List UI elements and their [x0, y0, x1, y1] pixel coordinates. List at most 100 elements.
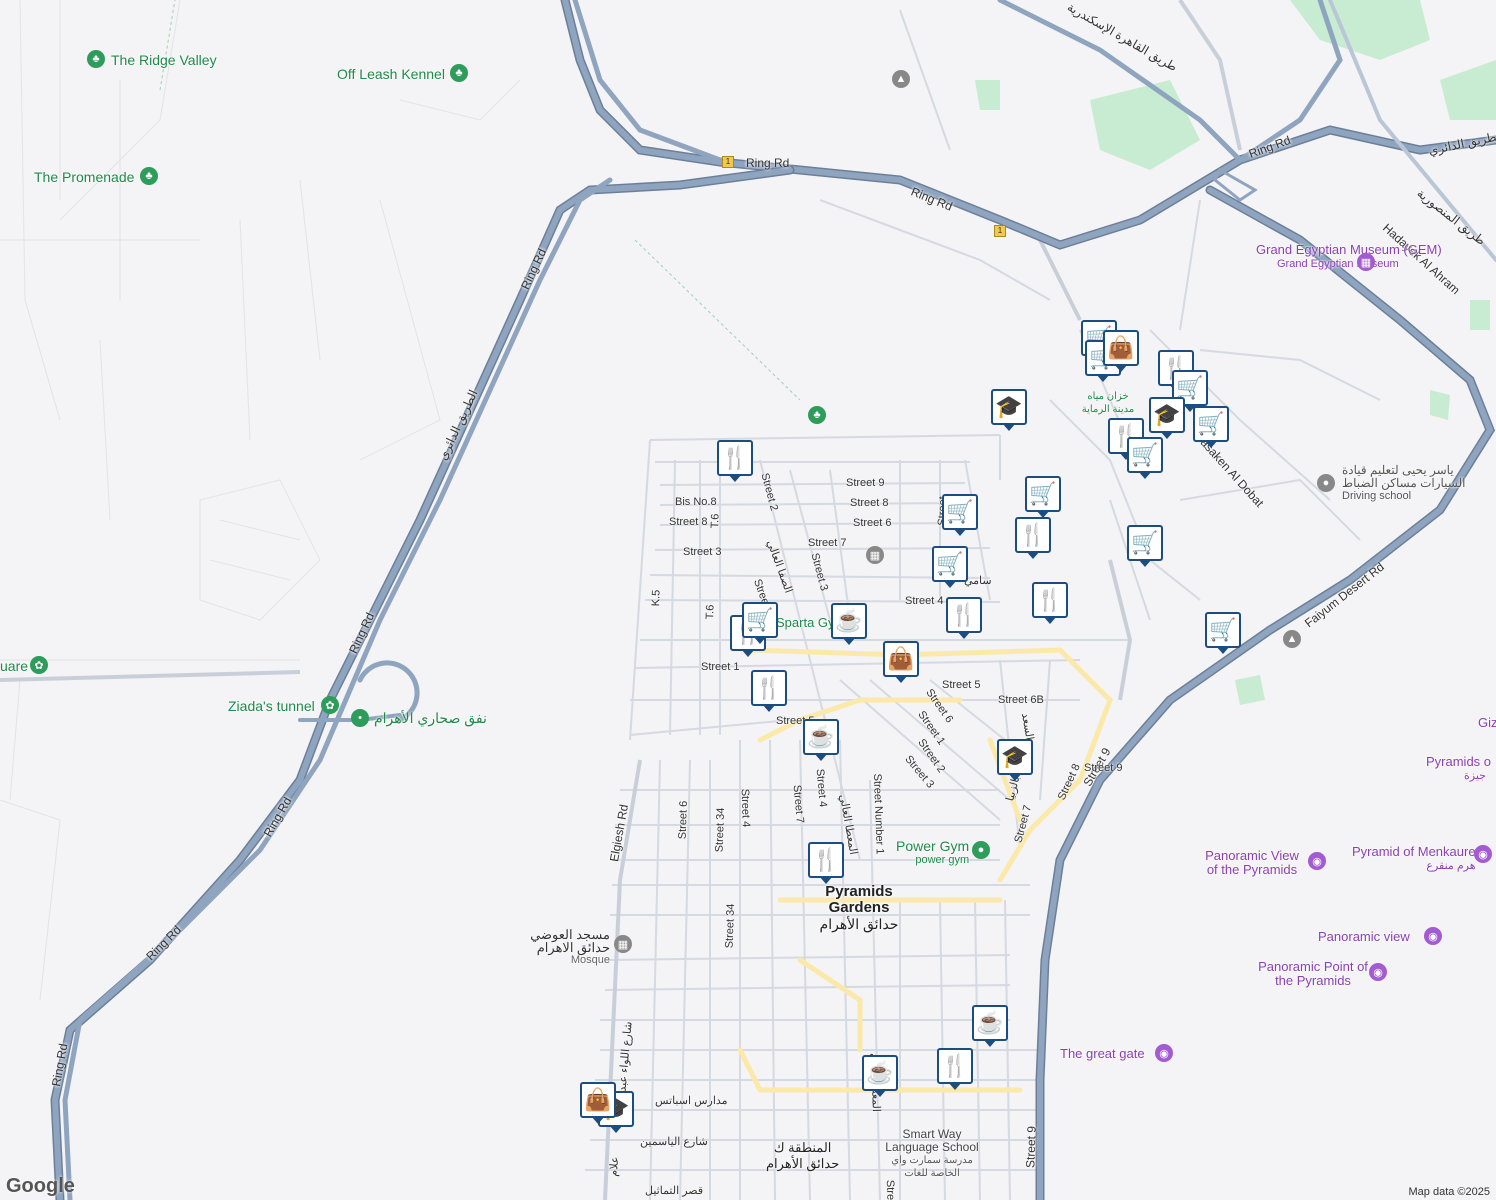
poi-pyramids-giza[interactable]: Pyramids o جيزة — [1426, 755, 1491, 783]
restaurant-marker[interactable]: 🍴 — [751, 670, 787, 714]
map-attribution[interactable]: Map data ©2025 — [1409, 1186, 1491, 1198]
poi-driving-school[interactable]: ياسر يحيى لتعليم قيادة السيارات مساكن ال… — [1342, 464, 1492, 503]
camera-icon[interactable]: ◉ — [1369, 963, 1387, 981]
school-marker[interactable]: 🎓 — [1149, 397, 1185, 441]
grocery-marker[interactable]: 🛒 — [1127, 437, 1163, 481]
grocery-marker[interactable]: 🛒 — [1193, 406, 1229, 450]
shopping-bag-icon: 👜 — [883, 641, 919, 677]
poi-ridge-valley[interactable]: The Ridge Valley — [111, 52, 217, 68]
park-icon[interactable]: ♣ — [140, 167, 158, 185]
map-canvas[interactable]: 1 1 Ring Rd Ring Rd Ring Rd Ring Rd Ring… — [0, 0, 1496, 1200]
poi-great-gate[interactable]: The great gate — [1060, 1047, 1145, 1061]
restaurant-marker[interactable]: 🍴 — [1015, 517, 1051, 561]
road-label: Street 9 — [1023, 1125, 1039, 1169]
poi-nafaq[interactable]: نفق صحاري الأهرام — [374, 710, 487, 727]
cafe-marker[interactable]: ☕ — [972, 1005, 1008, 1049]
school-icon: 🎓 — [991, 389, 1027, 425]
government-icon[interactable]: ▦ — [866, 546, 884, 564]
cafe-marker[interactable]: ☕ — [831, 603, 867, 647]
restaurant-marker[interactable]: 🍴 — [937, 1048, 973, 1092]
area-label-pyramids-gardens: Pyramids Gardens حدائق الأهرام — [819, 883, 899, 933]
camera-icon[interactable]: ◉ — [1474, 845, 1492, 863]
restaurant-icon: 🍴 — [717, 440, 753, 476]
restaurant-marker[interactable]: 🍴 — [808, 842, 844, 886]
area-label-k: المنطقة ك حدائق الأهرام — [766, 1140, 840, 1171]
trail-line — [634, 239, 801, 401]
shop-marker[interactable]: 👜 — [1103, 330, 1139, 374]
poi-smart-way[interactable]: Smart Way Language School مدرسة سمارت وا… — [876, 1128, 988, 1180]
camera-icon[interactable]: ◉ — [1155, 1044, 1173, 1062]
street-label: Street 9 — [1084, 762, 1123, 774]
grocery-icon: 🛒 — [1205, 612, 1241, 648]
route-shield: 1 — [994, 225, 1006, 237]
grocery-marker[interactable]: 🛒 — [942, 494, 978, 538]
poi-giza[interactable]: Giz — [1478, 716, 1496, 730]
grocery-marker[interactable]: 🛒 — [1025, 476, 1061, 520]
route-shield: 1 — [722, 156, 734, 168]
restaurant-icon: 🍴 — [1015, 517, 1051, 553]
poi-gem[interactable]: Grand Egyptian Museum (GEM) Grand Egypti… — [1256, 243, 1442, 271]
street-label: T.6 — [709, 513, 722, 529]
street-label: مدارس اسباتس — [655, 1095, 728, 1107]
poi-panoramic-view[interactable]: Panoramic view — [1318, 930, 1410, 944]
poi-panoramic-view-pyramids[interactable]: Panoramic View of the Pyramids — [1200, 849, 1304, 877]
grocery-icon: 🛒 — [1193, 406, 1229, 442]
restaurant-icon: 🍴 — [808, 842, 844, 878]
street-label: Stre — [883, 1179, 897, 1200]
driving-school-icon[interactable]: ● — [1317, 474, 1335, 492]
poi-square[interactable]: uare — [0, 658, 28, 674]
grocery-icon: 🛒 — [1127, 437, 1163, 473]
tunnel-icon[interactable]: • — [351, 709, 369, 727]
grocery-marker[interactable]: 🛒 — [932, 546, 968, 590]
school-icon: 🎓 — [1149, 397, 1185, 433]
street-label: Street 6 — [676, 800, 690, 840]
gym-icon[interactable]: ● — [972, 841, 990, 859]
restaurant-icon: 🍴 — [1032, 582, 1068, 618]
poi-promenade[interactable]: The Promenade — [34, 169, 134, 185]
poi-power-gym[interactable]: Power Gym power gym — [896, 838, 969, 866]
park-icon[interactable]: ♣ — [808, 406, 826, 424]
grocery-marker[interactable]: 🛒 — [1205, 612, 1241, 656]
poi-water-tank[interactable]: خزان مياه مدينة الرماية — [1078, 390, 1138, 416]
shop-marker[interactable]: 👜 — [580, 1082, 616, 1126]
shop-marker[interactable]: 👜 — [883, 641, 919, 685]
street-label: علام — [607, 1156, 622, 1177]
park-icon[interactable]: ♣ — [450, 64, 468, 82]
poi-off-leash[interactable]: Off Leash Kennel — [337, 66, 445, 82]
grocery-marker[interactable]: 🛒 — [1127, 525, 1163, 569]
street-label: Street 8 — [850, 497, 889, 509]
restaurant-icon: 🍴 — [937, 1048, 973, 1084]
restaurant-marker[interactable]: 🍴 — [717, 440, 753, 484]
grocery-icon: 🛒 — [942, 494, 978, 530]
street-label: Street 8 — [669, 516, 708, 528]
park-icon[interactable]: ♣ — [87, 50, 105, 68]
cafe-marker[interactable]: ☕ — [862, 1055, 898, 1099]
road-network — [0, 0, 1496, 1200]
poi-panoramic-point[interactable]: Panoramic Point of the Pyramids — [1258, 960, 1368, 988]
street-label: Street 4 — [905, 595, 944, 607]
school-dot-icon[interactable]: ▲ — [892, 70, 910, 88]
street-label: سامي — [964, 575, 992, 587]
school-dot-icon[interactable]: ▲ — [1283, 630, 1301, 648]
mosque-icon[interactable]: ▦ — [614, 935, 632, 953]
street-label: Street 4 — [738, 788, 752, 828]
restaurant-marker[interactable]: 🍴 — [1032, 582, 1068, 626]
school-marker[interactable]: 🎓 — [991, 389, 1027, 433]
restaurant-marker[interactable]: 🍴 — [946, 597, 982, 641]
grocery-marker[interactable]: 🛒 — [742, 602, 778, 646]
poi-menkaure[interactable]: Pyramid of Menkaure هرم منقرع — [1352, 845, 1476, 873]
street-label: Street 9 — [846, 477, 885, 489]
garden-icon[interactable]: ✿ — [321, 696, 339, 714]
camera-icon[interactable]: ◉ — [1308, 852, 1326, 870]
cafe-marker[interactable]: ☕ — [803, 719, 839, 763]
garden-icon[interactable]: ✿ — [30, 656, 48, 674]
school-icon: 🎓 — [997, 739, 1033, 775]
poi-ziada[interactable]: Ziada's tunnel — [228, 698, 315, 714]
street-label: Street 5 — [942, 679, 981, 691]
restaurant-icon: 🍴 — [751, 670, 787, 706]
camera-icon[interactable]: ◉ — [1424, 927, 1442, 945]
street-label: شارع الياسمين — [640, 1136, 708, 1148]
school-marker[interactable]: 🎓 — [997, 739, 1033, 783]
museum-icon[interactable]: ▦ — [1357, 253, 1375, 271]
poi-mosque[interactable]: مسجد العوضي حدائق الاهرام Mosque — [518, 928, 610, 967]
